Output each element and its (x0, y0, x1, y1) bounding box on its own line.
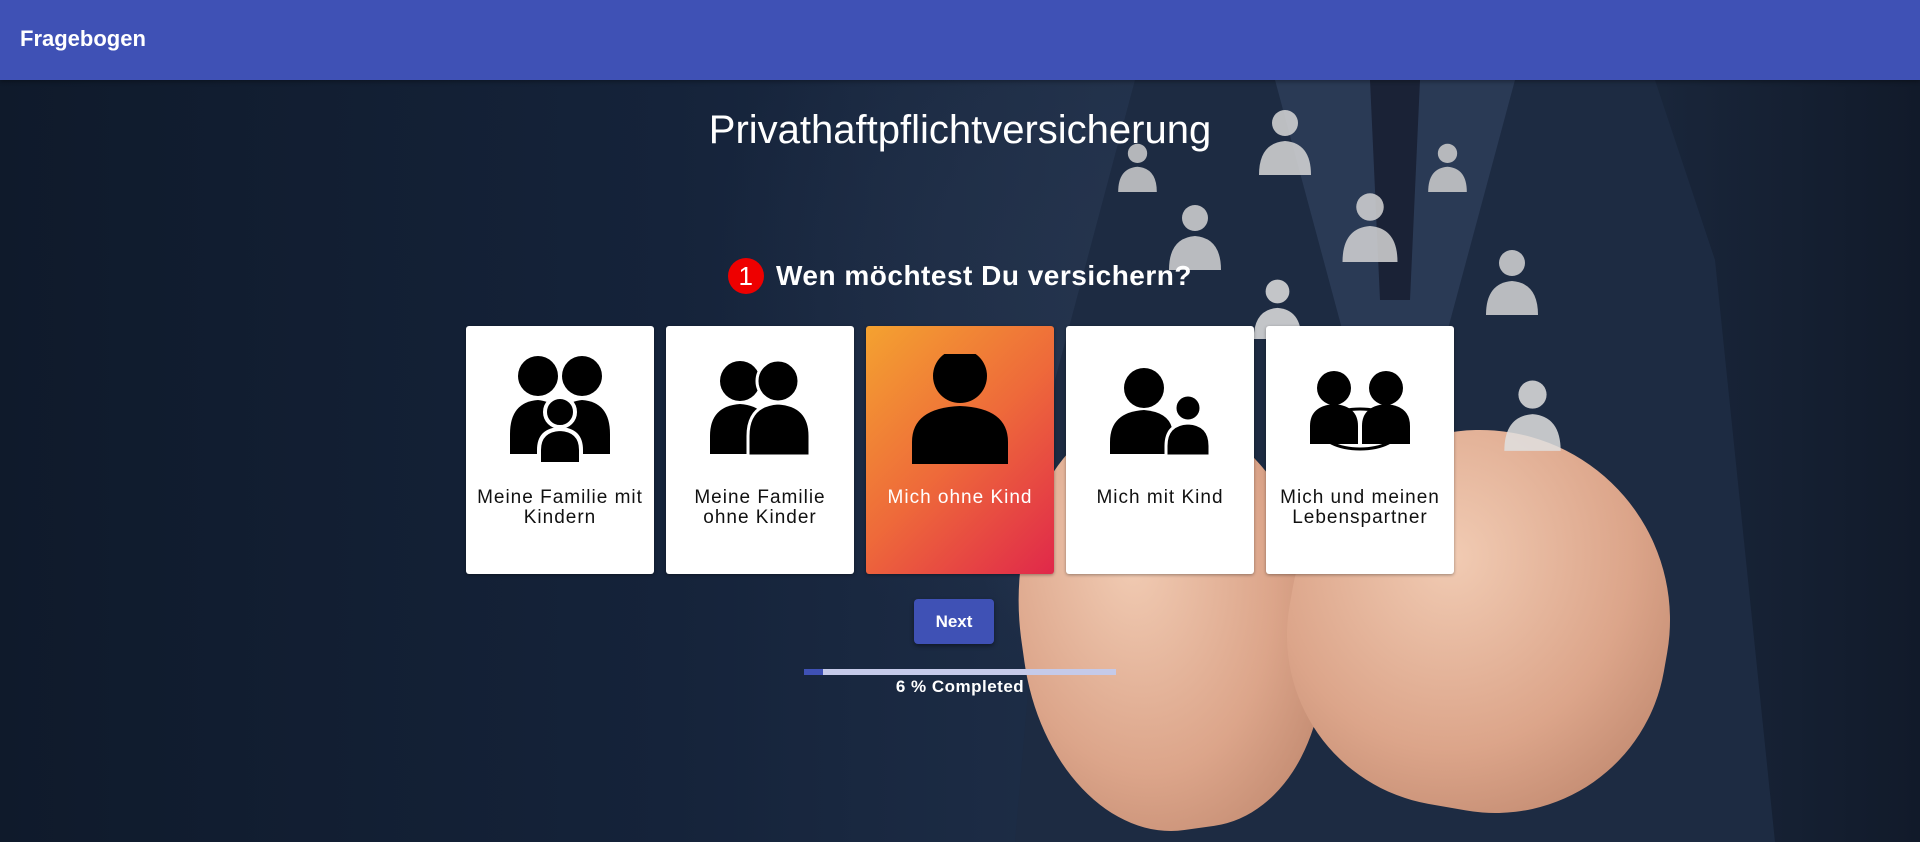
option-card-me-with-child[interactable]: Mich mit Kind (1066, 326, 1254, 574)
app-title: Fragebogen (20, 26, 146, 51)
progress-bar-fill (804, 669, 823, 675)
answer-options: Meine Familie mit Kindern Meine Familie … (466, 326, 1454, 574)
question-heading: 1 Wen möchtest Du versichern? (0, 258, 1920, 294)
partners-icon (1310, 371, 1410, 451)
next-button[interactable]: Next (914, 599, 994, 644)
option-card-family-with-children[interactable]: Meine Familie mit Kindern (466, 326, 654, 574)
option-card-family-without-children[interactable]: Meine Familie ohne Kinder (666, 326, 854, 574)
parent-with-child-icon (1110, 368, 1210, 458)
option-label: Mich mit Kind (1096, 487, 1224, 508)
progress-bar (804, 669, 1116, 675)
option-card-me-and-partner[interactable]: Mich und meinen Lebenspartner (1266, 326, 1454, 574)
floating-person-icon (1504, 380, 1561, 451)
option-label: Mich ohne Kind (887, 487, 1033, 508)
family-with-child-icon (510, 356, 610, 464)
question-text: Wen möchtest Du versichern? (776, 260, 1192, 291)
single-person-icon (912, 354, 1008, 464)
option-label: Meine Familie mit Kindern (477, 487, 643, 528)
option-label: Mich und meinen Lebenspartner (1280, 487, 1440, 528)
app-bar: Fragebogen (0, 0, 1920, 80)
couple-icon (710, 358, 810, 458)
option-card-me-without-child[interactable]: Mich ohne Kind (866, 326, 1054, 574)
page-title: Privathaftpflichtversicherung (708, 108, 1212, 152)
step-number-badge: 1 (728, 258, 764, 294)
floating-person-icon (1342, 193, 1398, 262)
option-label: Meine Familie ohne Kinder (694, 487, 826, 528)
progress-text: 6 % Completed (895, 677, 1025, 696)
